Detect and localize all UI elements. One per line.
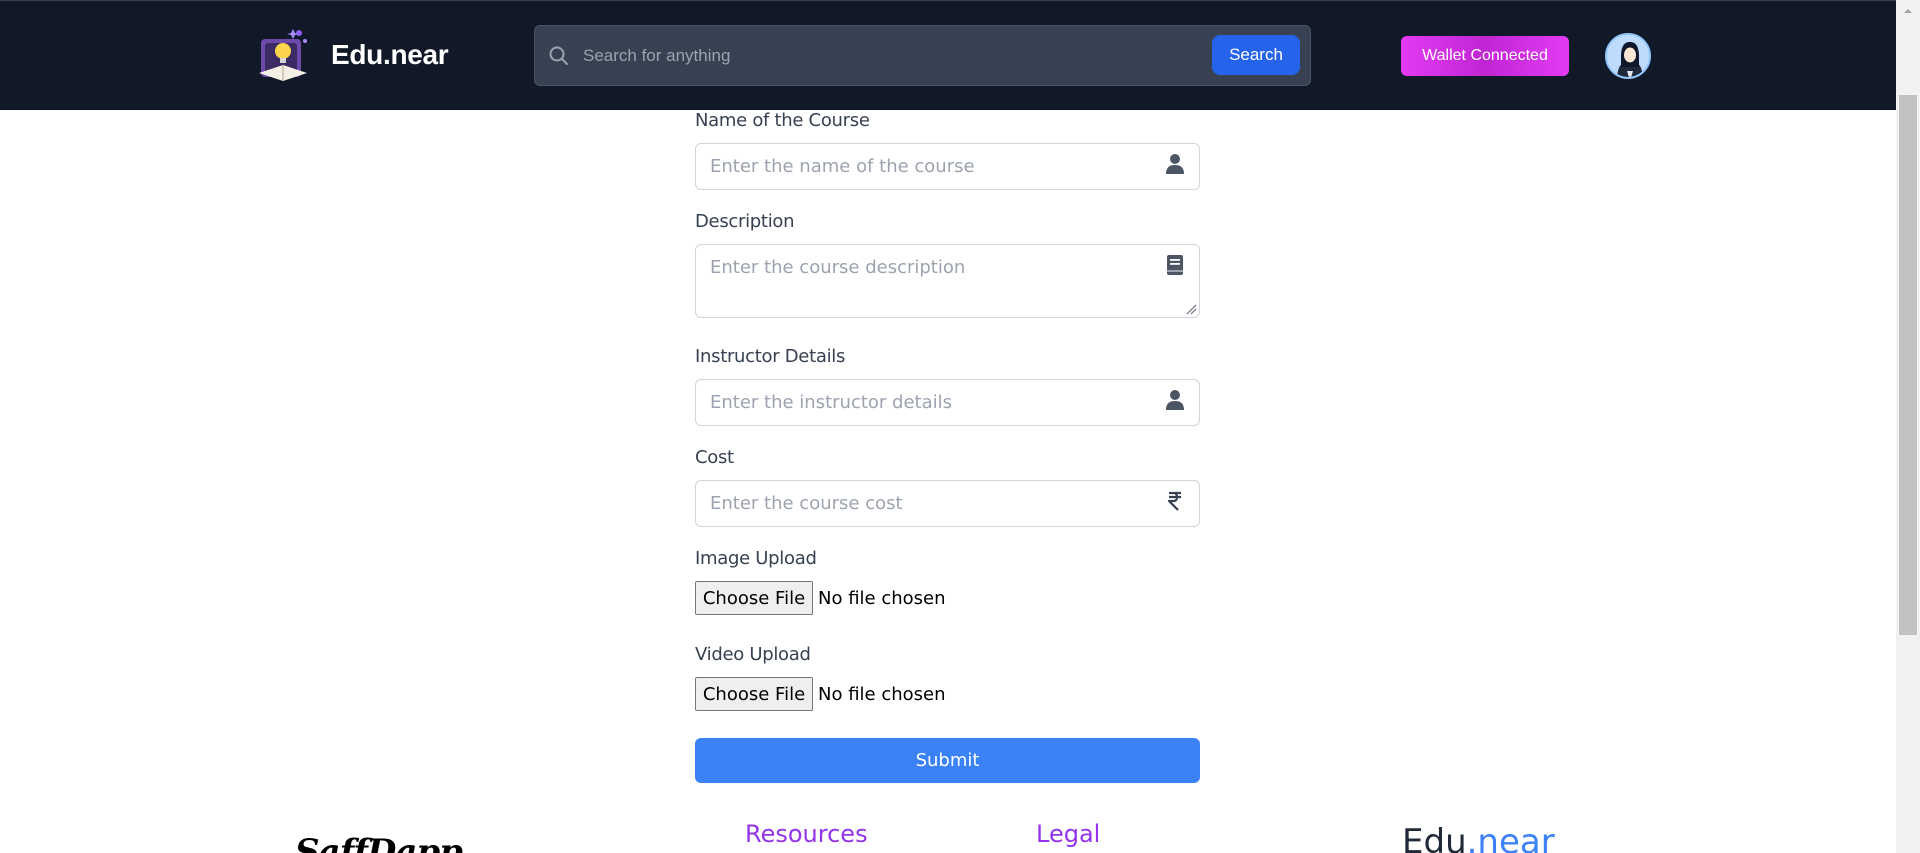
video-choose-file-button[interactable]: Choose File [695, 677, 813, 711]
top-navbar: Edu.near Search Wallet Connected [0, 0, 1896, 110]
rupee-icon [1167, 491, 1181, 511]
search-button[interactable]: Search [1212, 35, 1300, 75]
description-label: Description [695, 211, 795, 232]
brand-name: Edu.near [331, 39, 449, 70]
footer-heading-resources: Resources [745, 820, 868, 848]
image-upload-label: Image Upload [695, 548, 817, 569]
instructor-label: Instructor Details [695, 346, 846, 367]
video-upload-control: Choose File No file chosen [695, 677, 946, 711]
video-upload-label: Video Upload [695, 644, 811, 665]
image-upload-control: Choose File No file chosen [695, 581, 946, 615]
instructor-input[interactable] [696, 380, 1199, 425]
search-icon [549, 46, 568, 65]
resize-handle-icon[interactable] [1185, 303, 1197, 315]
search-input[interactable] [583, 36, 1233, 76]
brand[interactable]: Edu.near [253, 25, 449, 85]
image-file-status: No file chosen [818, 587, 946, 609]
cost-field [695, 480, 1200, 527]
scrollbar-thumb[interactable] [1899, 95, 1917, 635]
brand-logo-icon [259, 29, 307, 81]
cost-input[interactable] [696, 481, 1199, 526]
course-name-label: Name of the Course [695, 110, 870, 131]
description-textarea[interactable] [696, 245, 1199, 317]
user-avatar-icon [1607, 35, 1649, 77]
instructor-field [695, 379, 1200, 426]
footer-brand-main: Edu [1402, 822, 1467, 853]
footer-brand-accent: .near [1466, 822, 1555, 853]
user-icon [1166, 390, 1184, 410]
video-file-status: No file chosen [818, 683, 946, 705]
book-icon [1167, 255, 1183, 275]
description-field [695, 244, 1200, 318]
submit-button[interactable]: Submit [695, 738, 1200, 783]
search-bar: Search [534, 25, 1311, 86]
user-icon [1166, 154, 1184, 174]
image-choose-file-button[interactable]: Choose File [695, 581, 813, 615]
cost-label: Cost [695, 447, 734, 468]
footer-logo[interactable]: SaffDapp [295, 832, 463, 853]
wallet-connected-button[interactable]: Wallet Connected [1401, 36, 1569, 76]
footer-brand[interactable]: Edu.near [1402, 822, 1555, 853]
scroll-up-arrow-icon[interactable] [1899, 4, 1917, 18]
footer-heading-legal: Legal [1036, 820, 1101, 848]
avatar[interactable] [1605, 33, 1651, 79]
course-name-input[interactable] [696, 144, 1199, 189]
course-name-field [695, 143, 1200, 190]
